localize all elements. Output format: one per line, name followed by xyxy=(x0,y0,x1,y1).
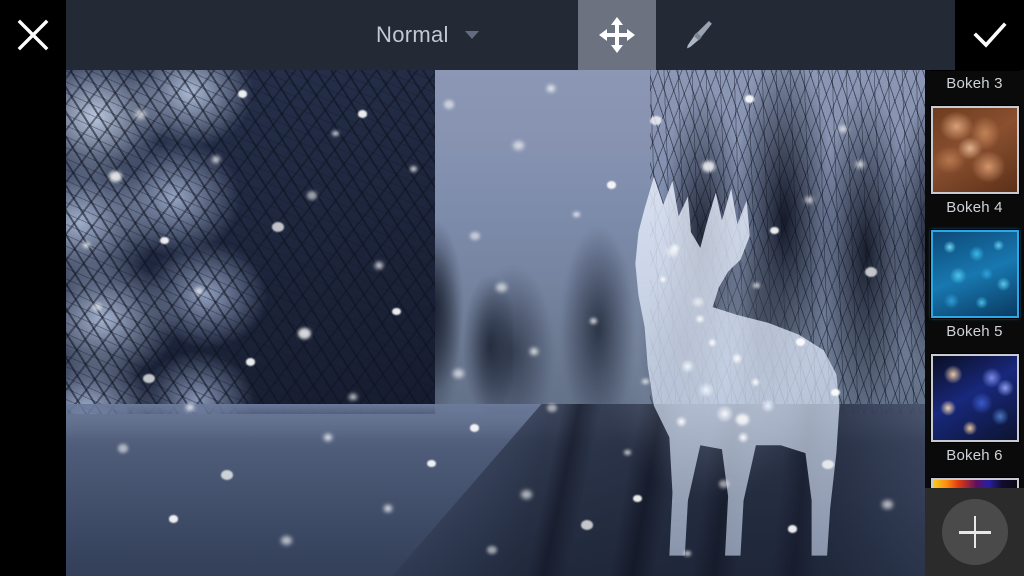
move-arrows-icon xyxy=(599,17,635,53)
move-tool-button[interactable] xyxy=(578,0,656,70)
bokeh-item-label: Bokeh 4 xyxy=(946,199,1003,216)
bokeh-list-item[interactable]: Bokeh 3 xyxy=(925,70,1024,106)
bokeh-thumbnail[interactable] xyxy=(930,354,1019,442)
brush-tool-button[interactable] xyxy=(664,0,734,70)
image-canvas[interactable] xyxy=(66,70,925,576)
confirm-button[interactable] xyxy=(955,0,1024,70)
bokeh-list-scroll[interactable]: Bokeh 3 Bokeh 4 Bokeh 5 Bokeh 6 xyxy=(925,70,1024,510)
plus-icon xyxy=(958,516,991,548)
add-overlay-button[interactable] xyxy=(941,499,1008,565)
bokeh-thumbnail-image xyxy=(932,108,1017,192)
top-toolbar: Normal xyxy=(0,0,1024,70)
blend-mode-selector[interactable]: Normal xyxy=(376,0,479,70)
chevron-down-icon xyxy=(464,31,479,39)
app-root: Bokeh 3 Bokeh 4 Bokeh 5 Bokeh 6 Normal xyxy=(0,0,1024,576)
add-overlay-button-area[interactable] xyxy=(925,488,1024,576)
close-button[interactable] xyxy=(0,0,66,70)
bokeh-item-label: Bokeh 3 xyxy=(946,75,1003,92)
bokeh-thumbnail[interactable] xyxy=(930,106,1019,194)
bokeh-list-item[interactable]: Bokeh 4 xyxy=(925,106,1024,230)
bokeh-thumbnail-image xyxy=(932,232,1017,316)
bokeh-list-item[interactable]: Bokeh 6 xyxy=(925,354,1024,478)
bokeh-item-label: Bokeh 5 xyxy=(946,323,1003,340)
checkmark-icon xyxy=(972,22,1007,48)
paintbrush-icon xyxy=(686,21,712,49)
deer-bokeh-overlay[interactable] xyxy=(552,161,861,556)
toolbar-center-bar: Normal xyxy=(66,0,955,70)
bokeh-list-item[interactable]: Bokeh 5 xyxy=(925,230,1024,354)
bokeh-item-label: Bokeh 6 xyxy=(946,447,1003,464)
blend-mode-label: Normal xyxy=(376,22,449,47)
bokeh-overlay-list[interactable]: Bokeh 3 Bokeh 4 Bokeh 5 Bokeh 6 xyxy=(925,70,1024,576)
close-x-icon xyxy=(17,19,49,51)
bokeh-thumbnail-image xyxy=(932,356,1017,440)
bokeh-thumbnail[interactable] xyxy=(930,230,1019,318)
